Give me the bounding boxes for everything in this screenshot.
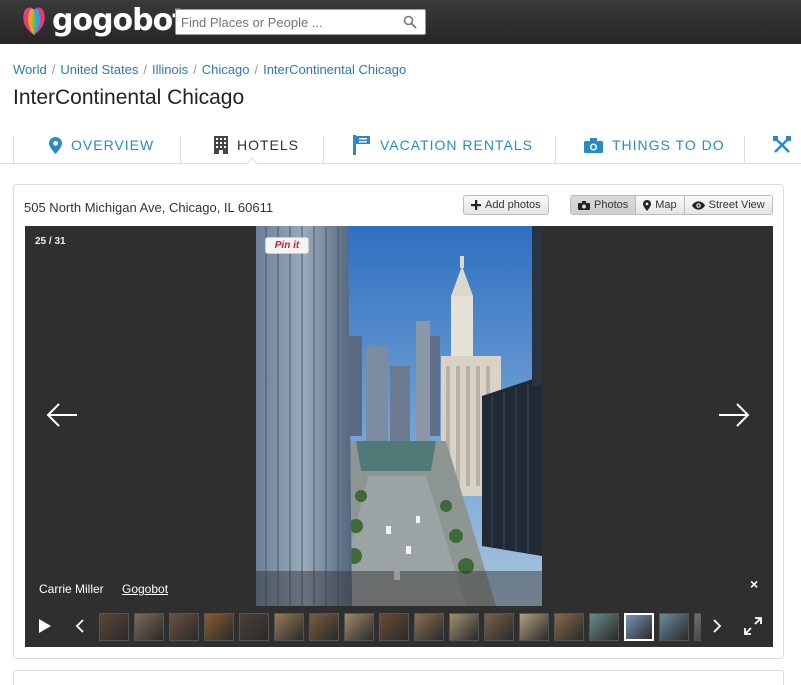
photo-thumbnail[interactable]	[239, 613, 269, 641]
view-switcher: Photos Map Street View	[570, 195, 773, 215]
photo-thumbnail[interactable]	[204, 613, 234, 641]
camera-icon	[584, 137, 603, 153]
tab-divider	[744, 136, 745, 164]
tab-overview[interactable]: OVERVIEW	[49, 126, 154, 164]
photo-thumbnail[interactable]	[659, 613, 689, 641]
logo[interactable]: gogobot	[20, 3, 187, 38]
next-photo-arrow-icon[interactable]	[717, 400, 751, 430]
photo-thumbnail[interactable]	[379, 613, 409, 641]
active-tab-caret-icon	[246, 157, 258, 164]
tab-things-to-do-label: THINGS TO DO	[612, 137, 725, 153]
fork-knife-icon	[773, 136, 791, 153]
tab-divider	[323, 136, 324, 164]
view-map-label: Map	[655, 199, 677, 211]
breadcrumb-separator: /	[51, 62, 56, 77]
breadcrumb-intercontinental-chicago[interactable]: InterContinental Chicago	[263, 62, 406, 77]
breadcrumb-separator: /	[143, 62, 148, 77]
logo-text: gogobot	[52, 3, 187, 38]
fullscreen-icon[interactable]	[744, 617, 762, 635]
photo-thumbnail[interactable]	[99, 613, 129, 641]
city-skyline-photo	[256, 226, 542, 606]
tab-bar: OVERVIEW HOTELS VACATION RENTALS THINGS …	[0, 126, 801, 164]
search-box[interactable]	[175, 9, 426, 35]
camera-icon	[578, 200, 590, 210]
next-section-card	[13, 670, 784, 685]
top-bar: gogobot	[0, 0, 801, 44]
photo-thumbnail[interactable]	[414, 613, 444, 641]
breadcrumb-separator: /	[193, 62, 197, 77]
photo-thumbnail[interactable]	[624, 613, 654, 641]
tab-hotels-label: HOTELS	[237, 137, 300, 153]
breadcrumb-chicago[interactable]: Chicago	[202, 62, 250, 77]
tab-vacation-rentals-label: VACATION RENTALS	[380, 137, 533, 153]
tab-divider	[180, 136, 181, 164]
photo-thumbnail[interactable]	[169, 613, 199, 641]
view-photos-button[interactable]: Photos	[571, 196, 636, 214]
tab-overview-label: OVERVIEW	[71, 137, 155, 153]
chevron-right-icon[interactable]	[712, 619, 722, 633]
photo-thumbnail[interactable]	[554, 613, 584, 641]
main-photo[interactable]: Pin it	[256, 226, 542, 606]
add-photos-label: Add photos	[485, 199, 541, 211]
view-street-view-button[interactable]: Street View	[683, 196, 772, 214]
plus-icon	[471, 200, 481, 210]
photo-thumbnail[interactable]	[309, 613, 339, 641]
add-photos-button[interactable]: Add photos	[463, 195, 549, 215]
eye-icon	[691, 200, 705, 210]
building-icon	[214, 136, 228, 154]
tab-vacation-rentals[interactable]: VACATION RENTALS	[353, 126, 533, 164]
thumbnail-strip	[25, 606, 773, 647]
chevron-left-icon[interactable]	[75, 619, 85, 633]
photo-thumbnail[interactable]	[449, 613, 479, 641]
tab-divider	[555, 136, 556, 164]
listing-address: 505 North Michigan Ave, Chicago, IL 6061…	[24, 200, 274, 215]
photo-counter: 25 / 31	[35, 236, 66, 247]
photo-thumbnail[interactable]	[344, 613, 374, 641]
breadcrumb-united-states[interactable]: United States	[60, 62, 138, 77]
photo-viewer: 25 / 31 Pin it Carrie Miller Gogobot ×	[25, 226, 773, 647]
photo-thumbnail[interactable]	[134, 613, 164, 641]
page-title: InterContinental Chicago	[13, 86, 245, 109]
flag-icon	[353, 135, 370, 155]
photo-thumbnail[interactable]	[274, 613, 304, 641]
thumbnail-list	[99, 613, 701, 641]
view-street-view-label: Street View	[708, 199, 765, 211]
view-photos-label: Photos	[594, 199, 629, 211]
logo-mark-icon	[23, 7, 45, 36]
breadcrumb: World / United States / Illinois / Chicago / Int…	[13, 62, 406, 77]
map-pin-icon	[643, 199, 652, 211]
photo-thumbnail[interactable]	[519, 613, 549, 641]
photo-thumbnail[interactable]	[484, 613, 514, 641]
search-icon[interactable]	[403, 15, 417, 29]
view-map-button[interactable]: Map	[635, 196, 684, 214]
breadcrumb-separator: /	[254, 62, 259, 77]
photo-credit-author: Carrie Miller	[39, 582, 104, 596]
listing-card: 505 North Michigan Ave, Chicago, IL 6061…	[13, 184, 784, 659]
photo-thumbnail[interactable]	[694, 613, 701, 641]
play-icon[interactable]	[38, 618, 52, 634]
tab-restaurants[interactable]	[773, 126, 800, 164]
tab-divider	[13, 136, 14, 164]
breadcrumb-world[interactable]: World	[13, 62, 47, 77]
close-caption-button[interactable]: ×	[750, 576, 758, 592]
photo-credit-source-link[interactable]: Gogobot	[122, 582, 168, 596]
pin-it-button[interactable]: Pin it	[265, 237, 309, 254]
breadcrumb-illinois[interactable]: Illinois	[152, 62, 188, 77]
tab-things-to-do[interactable]: THINGS TO DO	[584, 126, 725, 164]
map-pin-icon	[49, 136, 62, 154]
search-input[interactable]	[176, 10, 396, 34]
previous-photo-arrow-icon[interactable]	[45, 400, 79, 430]
photo-thumbnail[interactable]	[589, 613, 619, 641]
